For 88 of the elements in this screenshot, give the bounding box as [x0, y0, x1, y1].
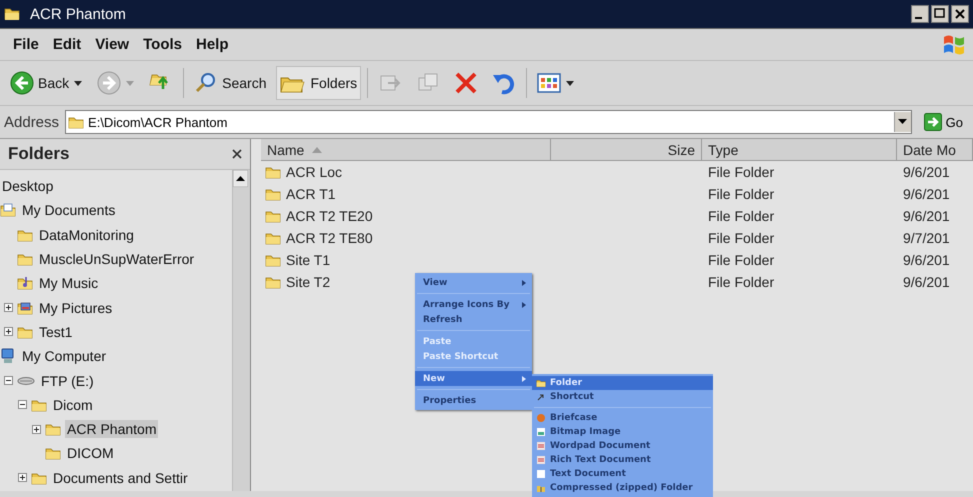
collapse-icon[interactable] [18, 400, 27, 410]
collapse-icon[interactable] [4, 376, 13, 386]
caret-icon [125, 80, 136, 86]
file-name[interactable]: Site T2 [286, 274, 330, 290]
menu-item[interactable]: Folder [532, 376, 713, 390]
menu-item[interactable]: Bitmap Image [532, 425, 713, 439]
file-name[interactable]: ACR Loc [286, 164, 342, 180]
tree-item[interactable]: Desktop [0, 177, 56, 196]
table-cell-text: File Folder [707, 208, 776, 224]
table-cell-text: 9/6/201 [902, 274, 951, 290]
tree-item[interactable]: My Computer [20, 347, 108, 366]
table-cell-text: 9/6/201 [902, 208, 951, 224]
caret-icon [565, 80, 576, 86]
music-folder-icon [17, 275, 33, 292]
column-header[interactable]: Date Mo [897, 139, 973, 161]
tree-item[interactable]: Test1 [37, 322, 74, 341]
back-icon [10, 71, 34, 95]
pane-title: Folders [8, 144, 70, 164]
menu-item[interactable]: Wordpad Document [532, 439, 713, 453]
go-button[interactable]: Go [918, 113, 969, 131]
drive-icon [17, 374, 35, 387]
back-button[interactable]: Back [6, 66, 88, 100]
expand-icon[interactable] [18, 473, 27, 482]
tree-item[interactable]: Dicom [51, 396, 95, 414]
file-name[interactable]: Site T1 [286, 252, 330, 268]
file-name[interactable]: ACR T1 [286, 186, 336, 202]
windows-logo-icon [941, 32, 967, 56]
expand-icon[interactable] [4, 303, 13, 312]
scroll-up-icon[interactable] [233, 170, 248, 187]
close-icon[interactable] [951, 5, 969, 23]
table-cell-text: File Folder [707, 164, 776, 180]
close-icon[interactable] [232, 149, 242, 159]
window-title: ACR Phantom [30, 6, 127, 22]
menu-item[interactable]: Refresh [415, 312, 532, 327]
menu-item[interactable]: View [415, 275, 532, 290]
menu-item[interactable]: Tools [136, 34, 189, 55]
tree-item[interactable]: DICOM [65, 444, 116, 462]
expand-icon[interactable] [4, 327, 13, 336]
search-button[interactable]: Search [190, 66, 270, 100]
file-name[interactable]: ACR T2 TE80 [286, 230, 373, 246]
tree-item[interactable]: MuscleUnSupWaterError [37, 250, 196, 268]
menu-item[interactable]: View [88, 34, 136, 55]
menu-item[interactable]: Arrange Icons By [415, 297, 532, 312]
forward-icon [97, 71, 122, 95]
menu-item[interactable]: File [6, 34, 46, 55]
address-label: Address [4, 114, 60, 130]
tree-item[interactable]: DataMonitoring [37, 226, 136, 244]
menu-item[interactable]: Briefcase [532, 411, 713, 425]
address-field[interactable]: E:\Dicom\ACR Phantom [65, 110, 912, 134]
column-header[interactable]: Type [702, 139, 897, 161]
table-cell-text: 9/6/201 [902, 252, 951, 268]
pictures-folder-icon [17, 300, 33, 316]
tree-item[interactable]: Documents and Settir [51, 468, 190, 487]
file-name[interactable]: ACR T2 TE20 [286, 208, 373, 224]
table-cell-text: File Folder [707, 186, 776, 202]
menu-item[interactable]: Rich Text Document [532, 453, 713, 467]
column-header[interactable]: Size [551, 139, 702, 161]
caret-icon [73, 80, 84, 86]
menu-item[interactable]: Help [189, 34, 236, 55]
tree-item[interactable]: My Pictures [37, 298, 114, 317]
dropdown-button[interactable] [894, 112, 911, 132]
tree-item[interactable]: My Documents [20, 201, 118, 220]
table-cell-text: File Folder [707, 252, 776, 268]
menu-item[interactable]: Shortcut [532, 390, 713, 404]
documents-folder-icon [0, 202, 16, 218]
menu-item[interactable]: Edit [46, 34, 88, 55]
caret-icon [898, 119, 908, 125]
tree-item[interactable]: ACR Phantom [65, 420, 158, 438]
menu-item[interactable]: New [415, 371, 532, 386]
folders-button[interactable]: Folders [276, 66, 362, 100]
table-cell-text: 9/7/201 [902, 230, 951, 246]
computer-icon [0, 348, 16, 364]
maximize-icon[interactable] [931, 5, 949, 23]
scrollbar[interactable] [232, 170, 250, 491]
menu-item[interactable]: Compressed (zipped) Folder [532, 481, 713, 495]
menu-item[interactable]: Text Document [532, 467, 713, 481]
column-header[interactable]: Name [261, 139, 551, 161]
minimize-icon[interactable] [911, 5, 929, 23]
delete-icon [454, 71, 478, 95]
table-cell-text: File Folder [707, 274, 776, 290]
tree-item[interactable]: FTP (E:) [39, 372, 96, 390]
table-cell-text: 9/6/201 [902, 186, 951, 202]
expand-icon[interactable] [32, 424, 41, 434]
table-cell-text: File Folder [707, 230, 776, 246]
tree-item[interactable]: My Music [37, 274, 100, 292]
menu-item[interactable]: Properties [415, 393, 532, 408]
views-icon [537, 72, 562, 94]
table-cell-text: 9/6/201 [902, 164, 951, 180]
